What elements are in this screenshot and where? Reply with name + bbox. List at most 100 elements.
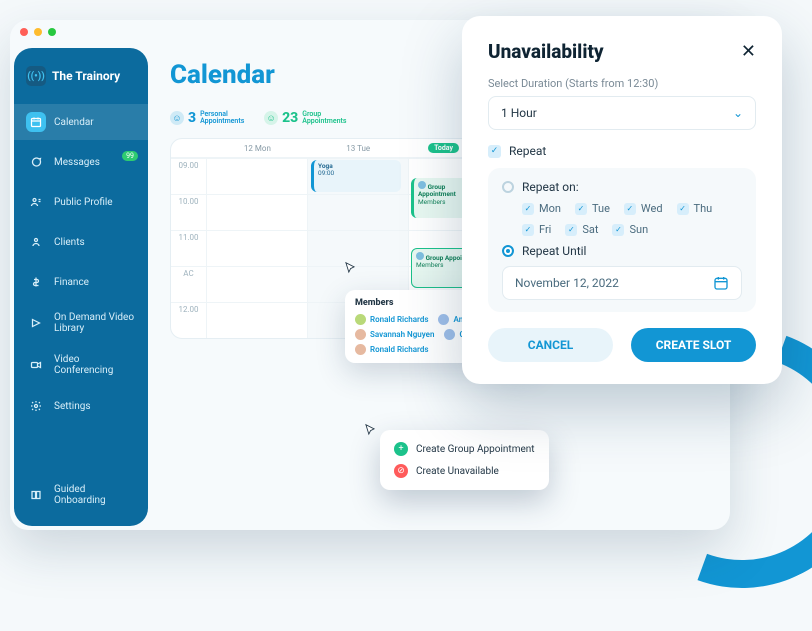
repeat-on-radio[interactable]: Repeat on: xyxy=(502,180,742,194)
book-icon xyxy=(26,485,46,505)
event-yoga[interactable]: Yoga 09:00 xyxy=(311,160,401,192)
sidebar-item-clients[interactable]: Clients xyxy=(14,224,148,260)
brand-name: The Trainory xyxy=(52,69,120,83)
day-header[interactable]: 12 Mon xyxy=(207,139,308,158)
day-checkbox-thu[interactable]: ✓Thu xyxy=(677,202,713,215)
video-conf-icon xyxy=(26,355,46,375)
day-checkbox-sat[interactable]: ✓Sat xyxy=(565,223,598,236)
stat-number: 3 xyxy=(188,110,196,126)
chat-icon xyxy=(26,152,46,172)
modal-title: Unavailability xyxy=(488,40,604,63)
stat-number: 23 xyxy=(282,110,298,126)
avatar-icon xyxy=(355,344,366,355)
sidebar-item-label: Settings xyxy=(54,401,91,412)
sidebar-item-label: Clients xyxy=(54,237,85,248)
checkbox-checked-icon: ✓ xyxy=(575,203,587,215)
sidebar-item-calendar[interactable]: Calendar xyxy=(14,104,148,140)
window-min-dot[interactable] xyxy=(34,28,42,36)
radio-on-icon[interactable] xyxy=(502,245,514,257)
hour-label: 09.00 xyxy=(171,158,207,194)
finance-icon xyxy=(26,272,46,292)
duration-select[interactable]: 1 Hour ⌄ xyxy=(488,96,756,130)
avatar-icon xyxy=(355,329,366,340)
stat-label: Group Appointments xyxy=(302,111,352,125)
brand: ((•)) The Trainory xyxy=(14,60,148,100)
avatar-icon xyxy=(438,314,449,325)
checkbox-checked-icon: ✓ xyxy=(522,203,534,215)
day-checkbox-fri[interactable]: ✓Fri xyxy=(522,223,551,236)
sidebar-item-public-profile[interactable]: Public Profile xyxy=(14,184,148,220)
stat-personal: ☺ 3 Personal Appointments xyxy=(170,110,250,126)
create-slot-button[interactable]: CREATE SLOT xyxy=(631,328,756,362)
stat-label: Personal Appointments xyxy=(200,111,250,125)
checkbox-checked-icon: ✓ xyxy=(565,224,577,236)
sidebar-item-video-library[interactable]: On Demand Video Library xyxy=(14,304,148,342)
day-checkbox-tue[interactable]: ✓Tue xyxy=(575,202,610,215)
sidebar-item-label: Public Profile xyxy=(54,197,113,208)
repeat-until-date[interactable]: November 12, 2022 xyxy=(502,266,742,300)
sidebar-item-label: On Demand Video Library xyxy=(54,312,136,334)
checkbox-checked-icon[interactable]: ✓ xyxy=(488,145,501,158)
sidebar-item-label: Guided Onboarding xyxy=(54,484,136,506)
ctx-create-group[interactable]: +Create Group Appointment xyxy=(392,438,537,460)
calendar-icon xyxy=(713,275,729,291)
avatar-icon xyxy=(355,314,366,325)
cursor-icon xyxy=(343,261,357,275)
avatar-icon xyxy=(418,181,426,189)
hour-label: 11.00 xyxy=(171,230,207,266)
repeat-options: Repeat on: ✓Mon ✓Tue ✓Wed ✓Thu ✓Fri ✓Sat… xyxy=(488,168,756,312)
sidebar-item-messages[interactable]: Messages 99 xyxy=(14,144,148,180)
clients-icon xyxy=(26,232,46,252)
avatar-icon xyxy=(444,329,455,340)
member-item[interactable]: Ronald Richards xyxy=(355,314,428,325)
checkbox-checked-icon: ✓ xyxy=(677,203,689,215)
brand-icon: ((•)) xyxy=(26,66,46,86)
cursor-icon xyxy=(363,423,377,437)
plus-icon: + xyxy=(394,442,408,456)
avatar-icon xyxy=(416,252,424,260)
sidebar-item-video-conferencing[interactable]: Video Conferencing xyxy=(14,346,148,384)
member-item[interactable]: Ronald Richards xyxy=(355,344,428,355)
member-item[interactable]: Savannah Nguyen xyxy=(355,329,434,340)
repeat-label: Repeat xyxy=(509,144,546,158)
sidebar-item-settings[interactable]: Settings xyxy=(14,388,148,424)
day-checkbox-sun[interactable]: ✓Sun xyxy=(612,223,648,236)
ctx-create-unavailable[interactable]: ⊘Create Unavailable xyxy=(392,460,537,482)
hour-label: 10.00 xyxy=(171,194,207,230)
close-icon[interactable]: ✕ xyxy=(741,41,756,62)
today-pill: Today xyxy=(428,143,459,153)
cancel-button[interactable]: CANCEL xyxy=(488,328,613,362)
hour-label: AC xyxy=(171,266,207,302)
badge: 99 xyxy=(122,151,138,161)
profile-icon xyxy=(26,192,46,212)
checkbox-checked-icon: ✓ xyxy=(522,224,534,236)
hour-label: 12.00 xyxy=(171,302,207,338)
video-library-icon xyxy=(26,313,46,333)
radio-off-icon[interactable] xyxy=(502,181,514,193)
sidebar: ((•)) The Trainory Calendar Messages 99 … xyxy=(14,48,148,526)
chevron-down-icon: ⌄ xyxy=(733,106,743,120)
sidebar-item-label: Video Conferencing xyxy=(54,354,136,376)
repeat-checkbox-row[interactable]: ✓ Repeat xyxy=(488,144,756,158)
repeat-until-radio[interactable]: Repeat Until xyxy=(502,244,742,258)
context-menu: +Create Group Appointment ⊘Create Unavai… xyxy=(380,430,549,490)
day-checkbox-mon[interactable]: ✓Mon xyxy=(522,202,561,215)
day-header[interactable]: 13 Tue xyxy=(308,139,409,158)
checkbox-checked-icon: ✓ xyxy=(624,203,636,215)
sidebar-item-onboarding[interactable]: Guided Onboarding xyxy=(14,476,148,514)
person-icon: ☺ xyxy=(170,111,184,125)
settings-icon xyxy=(26,396,46,416)
group-icon: ☺ xyxy=(264,111,278,125)
window-close-dot[interactable] xyxy=(20,28,28,36)
checkbox-checked-icon: ✓ xyxy=(612,224,624,236)
sidebar-item-label: Calendar xyxy=(54,117,94,128)
duration-label: Select Duration (Starts from 12:30) xyxy=(488,77,756,90)
day-checkbox-wed[interactable]: ✓Wed xyxy=(624,202,663,215)
block-icon: ⊘ xyxy=(394,464,408,478)
unavailability-modal: Unavailability ✕ Select Duration (Starts… xyxy=(462,16,782,384)
window-max-dot[interactable] xyxy=(48,28,56,36)
sidebar-item-label: Finance xyxy=(54,277,89,288)
sidebar-item-finance[interactable]: Finance xyxy=(14,264,148,300)
calendar-icon xyxy=(26,112,46,132)
sidebar-item-label: Messages xyxy=(54,157,100,168)
